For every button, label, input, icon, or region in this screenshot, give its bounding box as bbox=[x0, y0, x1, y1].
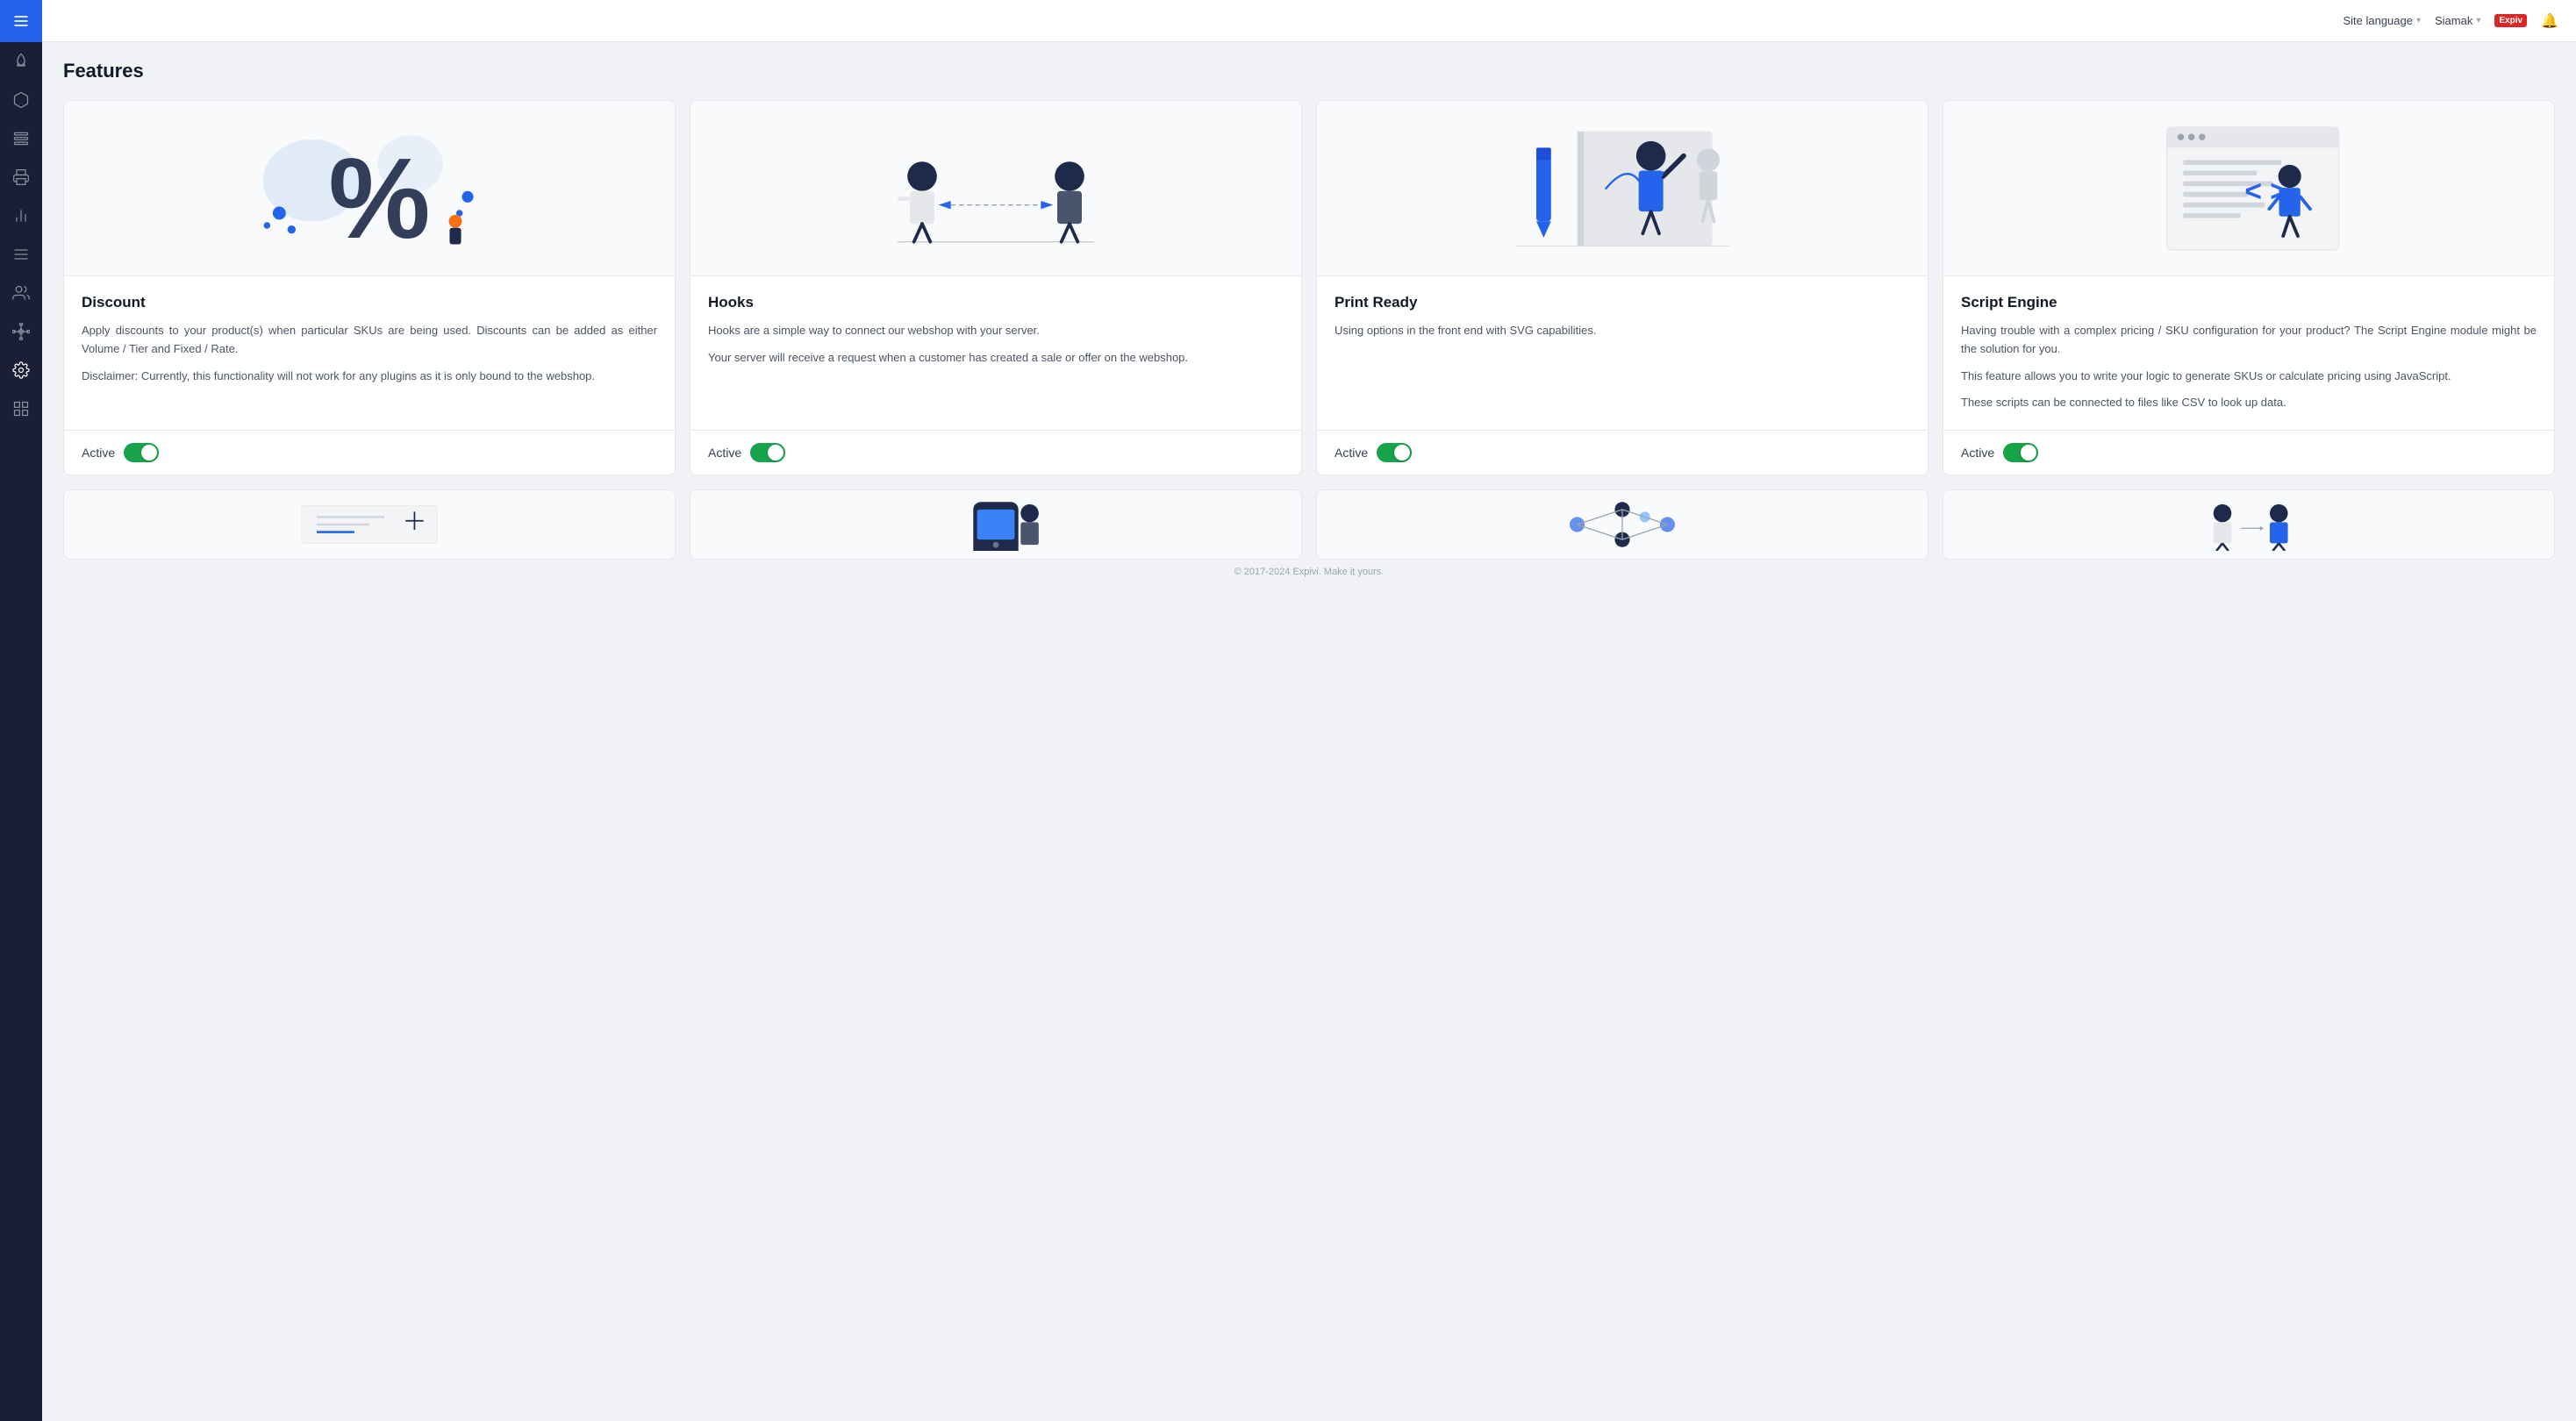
script-engine-title: Script Engine bbox=[1961, 294, 2537, 311]
sidebar-item-print[interactable] bbox=[0, 158, 42, 196]
script-engine-illustration: < > bbox=[1943, 101, 2554, 276]
sidebar-item-list[interactable] bbox=[0, 119, 42, 158]
hooks-footer: Active bbox=[691, 430, 1301, 475]
sidebar-item-tree[interactable] bbox=[0, 312, 42, 351]
print-ready-footer: Active bbox=[1317, 430, 1928, 475]
bottom-card-1-inner bbox=[64, 490, 675, 559]
expivi-logo-text: Expiv bbox=[2494, 14, 2527, 27]
feature-card-hooks: Hooks Hooks are a simple way to connect … bbox=[690, 100, 1302, 475]
sidebar-item-users[interactable] bbox=[0, 274, 42, 312]
script-engine-footer: Active bbox=[1943, 430, 2554, 475]
user-dropdown[interactable]: Siamak ▾ bbox=[2435, 14, 2480, 27]
hooks-toggle[interactable] bbox=[750, 443, 785, 462]
content-area: Features % bbox=[42, 42, 2576, 1421]
site-language-chevron: ▾ bbox=[2416, 16, 2421, 25]
header: Site language ▾ Siamak ▾ Expiv 🔔 bbox=[42, 0, 2576, 42]
print-ready-description: Using options in the front end with SVG … bbox=[1335, 322, 1910, 340]
discount-title: Discount bbox=[82, 294, 657, 311]
bottom-card-2-inner bbox=[691, 490, 1301, 559]
print-ready-toggle[interactable] bbox=[1377, 443, 1412, 462]
discount-footer: Active bbox=[64, 430, 675, 475]
site-language-label: Site language bbox=[2343, 14, 2413, 27]
page-footer: © 2017-2024 Expivi. Make it yours. bbox=[63, 560, 2555, 584]
hooks-card-body: Hooks Hooks are a simple way to connect … bbox=[691, 276, 1301, 430]
discount-active-label: Active bbox=[82, 446, 115, 460]
feature-card-print-ready: Print Ready Using options in the front e… bbox=[1316, 100, 1928, 475]
sidebar-item-lines[interactable] bbox=[0, 235, 42, 274]
company-logo: Expiv bbox=[2494, 14, 2527, 27]
sidebar bbox=[0, 0, 42, 1421]
print-ready-illustration bbox=[1317, 101, 1928, 276]
sidebar-item-box[interactable] bbox=[0, 81, 42, 119]
discount-card-body: Discount Apply discounts to your product… bbox=[64, 276, 675, 430]
svg-text:%: % bbox=[328, 134, 430, 262]
hooks-title: Hooks bbox=[708, 294, 1284, 311]
bottom-cards-row bbox=[63, 489, 2555, 560]
sidebar-item-grid[interactable] bbox=[0, 389, 42, 428]
user-label: Siamak bbox=[2435, 14, 2472, 27]
bottom-card-2 bbox=[690, 489, 1302, 560]
menu-button[interactable] bbox=[0, 0, 42, 42]
print-ready-title: Print Ready bbox=[1335, 294, 1910, 311]
script-engine-description: Having trouble with a complex pricing / … bbox=[1961, 322, 2537, 412]
bottom-card-4-inner bbox=[1943, 490, 2554, 559]
feature-card-script-engine: < > Script Engine Having trouble with a … bbox=[1943, 100, 2555, 475]
print-ready-active-label: Active bbox=[1335, 446, 1368, 460]
hooks-active-label: Active bbox=[708, 446, 741, 460]
bottom-card-3 bbox=[1316, 489, 1928, 560]
main-area: Site language ▾ Siamak ▾ Expiv 🔔 Feature… bbox=[42, 0, 2576, 1421]
sidebar-item-rocket[interactable] bbox=[0, 42, 42, 81]
sidebar-item-chart[interactable] bbox=[0, 196, 42, 235]
script-engine-active-label: Active bbox=[1961, 446, 1994, 460]
notification-bell[interactable]: 🔔 bbox=[2541, 12, 2558, 30]
discount-illustration: % bbox=[64, 101, 675, 276]
discount-toggle[interactable] bbox=[124, 443, 159, 462]
hooks-description: Hooks are a simple way to connect our we… bbox=[708, 322, 1284, 368]
script-engine-toggle[interactable] bbox=[2003, 443, 2038, 462]
print-ready-card-body: Print Ready Using options in the front e… bbox=[1317, 276, 1928, 430]
hooks-illustration bbox=[691, 101, 1301, 276]
features-grid: % Discount Apply disc bbox=[63, 100, 2555, 475]
script-engine-card-body: Script Engine Having trouble with a comp… bbox=[1943, 276, 2554, 430]
bottom-card-1 bbox=[63, 489, 676, 560]
feature-card-discount: % Discount Apply disc bbox=[63, 100, 676, 475]
page-title: Features bbox=[63, 60, 2555, 82]
user-chevron: ▾ bbox=[2476, 16, 2480, 25]
bottom-card-3-inner bbox=[1317, 490, 1928, 559]
site-language-dropdown[interactable]: Site language ▾ bbox=[2343, 14, 2421, 27]
sidebar-item-settings[interactable] bbox=[0, 351, 42, 389]
footer-text: © 2017-2024 Expivi. Make it yours. bbox=[1234, 567, 1385, 577]
bottom-card-4 bbox=[1943, 489, 2555, 560]
discount-description: Apply discounts to your product(s) when … bbox=[82, 322, 657, 385]
